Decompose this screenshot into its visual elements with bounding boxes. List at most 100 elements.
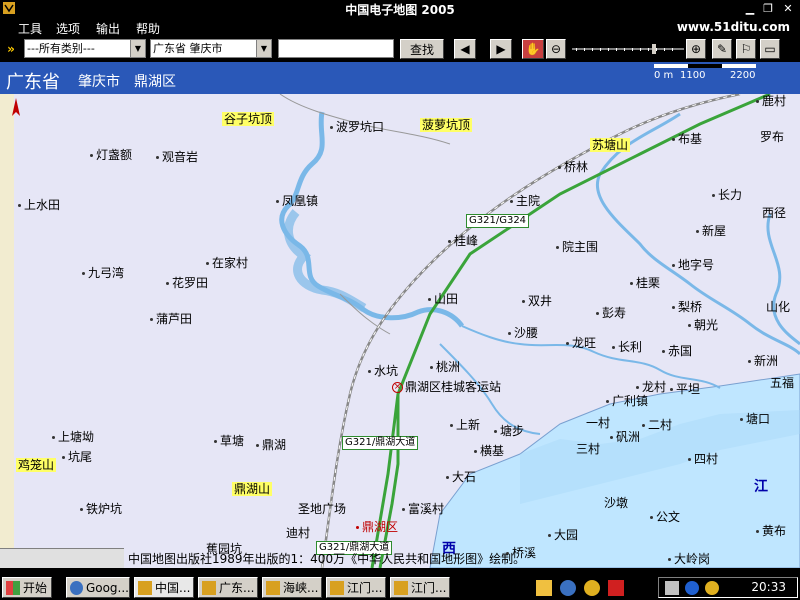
place-label[interactable]: 桃洲 [430, 360, 460, 374]
mountain-label[interactable]: 菠萝坑顶 [420, 118, 473, 132]
place-label[interactable]: 迪村 [286, 526, 310, 540]
place-label[interactable]: 三村 [576, 442, 600, 456]
place-label[interactable]: 沙墩 [604, 496, 628, 510]
menu-export[interactable]: 输出 [96, 20, 120, 37]
place-label[interactable]: 一村 [586, 416, 610, 430]
taskbar-item[interactable]: 广东... [198, 577, 258, 598]
place-label[interactable]: 公文 [650, 510, 680, 524]
place-label[interactable]: 罗布 [760, 130, 784, 144]
place-label[interactable]: 九弓湾 [82, 266, 124, 280]
taskbar-item[interactable]: 江门... [390, 577, 450, 598]
place-label[interactable]: 富溪村 [402, 502, 444, 516]
city-label[interactable]: 肇庆市 [78, 71, 120, 91]
district-marker[interactable]: 鼎湖区 [356, 520, 398, 534]
app-shortcut-icon[interactable] [608, 580, 624, 596]
close-icon[interactable]: ✕ [780, 1, 796, 16]
place-label[interactable]: 彭寿 [596, 306, 626, 320]
place-label[interactable]: 山田 [428, 292, 458, 306]
place-label[interactable]: 塘口 [740, 412, 770, 426]
place-label[interactable]: 塘步 [494, 424, 524, 438]
taskbar-item[interactable]: Goog... [66, 577, 130, 598]
place-label[interactable]: 横基 [474, 444, 504, 458]
place-label[interactable]: 桂峰 [448, 234, 478, 248]
next-icon[interactable]: ▶ [490, 39, 512, 59]
region-select[interactable]: 广东省 肇庆市 ▼ [150, 39, 272, 58]
place-label[interactable]: 地字号 [672, 258, 714, 272]
place-label[interactable]: 平坦 [670, 382, 700, 396]
menu-help[interactable]: 帮助 [136, 20, 160, 37]
taskbar-item-active[interactable]: 中国... [134, 577, 194, 598]
prev-icon[interactable]: ◀ [454, 39, 476, 59]
qq-icon[interactable] [584, 580, 600, 596]
place-label[interactable]: 草塘 [214, 434, 244, 448]
menu-tools[interactable]: 工具 [18, 20, 42, 37]
place-label[interactable]: 双井 [522, 294, 552, 308]
place-label[interactable]: 布基 [672, 132, 702, 146]
place-label[interactable]: 坑尾 [62, 450, 92, 464]
place-label[interactable]: 沙腰 [508, 326, 538, 340]
place-label[interactable]: 上新 [450, 418, 480, 432]
place-label[interactable]: 龙村 [636, 380, 666, 394]
place-label[interactable]: 主院 [510, 194, 540, 208]
place-label[interactable]: 桥林 [558, 160, 588, 174]
mountain-label[interactable]: 谷子坑顶 [222, 112, 275, 126]
zoom-out-icon[interactable]: ⊖ [546, 39, 566, 59]
place-label[interactable]: 铁炉坑 [80, 502, 122, 516]
station-marker[interactable]: × 鼎湖区桂城客运站 [392, 380, 501, 394]
place-label[interactable]: 五福 [770, 376, 794, 390]
place-label[interactable]: 长利 [612, 340, 642, 354]
place-label[interactable]: 梨桥 [672, 300, 702, 314]
place-label[interactable]: 大石 [446, 470, 476, 484]
taskbar-item[interactable]: 江门... [326, 577, 386, 598]
mountain-label[interactable]: 鼎湖山 [232, 482, 273, 496]
taskbar-item[interactable]: 海峡... [262, 577, 322, 598]
place-label[interactable]: 水坑 [368, 364, 398, 378]
place-label[interactable]: 西径 [762, 206, 786, 220]
district-label[interactable]: 鼎湖区 [134, 71, 176, 91]
place-label[interactable]: 龙旺 [566, 336, 596, 350]
minimize-icon[interactable]: ▁ [742, 1, 758, 16]
place-label[interactable]: 观音岩 [156, 150, 198, 164]
pan-hand-icon[interactable]: ✋ [522, 39, 544, 59]
category-select[interactable]: ---所有类别--- ▼ [24, 39, 146, 58]
place-label[interactable]: 上塘坳 [52, 430, 94, 444]
place-label[interactable]: 上水田 [18, 198, 60, 212]
antivirus-icon[interactable] [685, 581, 699, 595]
place-label[interactable]: 在家村 [206, 256, 248, 270]
search-button[interactable]: 查找 [400, 39, 444, 59]
place-label[interactable]: 山化 [766, 300, 790, 314]
place-label[interactable]: 大岭岗 [668, 552, 710, 566]
menu-options[interactable]: 选项 [56, 20, 80, 37]
measure-ruler-icon[interactable]: ✎ [712, 39, 732, 59]
zoom-in-icon[interactable]: ⊕ [686, 39, 706, 59]
place-label[interactable]: 鼎湖 [256, 438, 286, 452]
chevron-down-icon[interactable]: ▼ [256, 40, 271, 57]
place-label[interactable]: 新洲 [748, 354, 778, 368]
site-url[interactable]: www.51ditu.com [677, 20, 790, 34]
map-canvas[interactable]: G321/G324 G321/鼎湖大道 G321/鼎湖大道 谷子坑顶 菠萝坑顶 … [0, 94, 800, 568]
place-label[interactable]: 凤凰镇 [276, 194, 318, 208]
restore-icon[interactable]: ❐ [760, 1, 776, 16]
qq-tray-icon[interactable] [705, 581, 719, 595]
mountain-label[interactable]: 苏塘山 [590, 138, 631, 152]
place-label[interactable]: 院主围 [556, 240, 598, 254]
place-label[interactable]: 灯盏额 [90, 148, 132, 162]
info-icon[interactable]: ⚐ [736, 39, 756, 59]
folder-open-icon[interactable]: ▭ [760, 39, 780, 59]
ie-icon[interactable] [560, 580, 576, 596]
place-label[interactable]: 大园 [548, 528, 578, 542]
mountain-label[interactable]: 鸡笼山 [16, 458, 57, 472]
zoom-slider[interactable] [570, 43, 686, 55]
search-input[interactable] [278, 39, 394, 58]
place-label[interactable]: 朝光 [688, 318, 718, 332]
place-label[interactable]: 新屋 [696, 224, 726, 238]
expand-icon[interactable]: » [2, 39, 20, 59]
chevron-down-icon[interactable]: ▼ [130, 40, 145, 57]
place-label[interactable]: 蒲芦田 [150, 312, 192, 326]
place-label[interactable]: 四村 [688, 452, 718, 466]
place-label[interactable]: 圣地广场 [298, 502, 346, 516]
place-label[interactable]: 花罗田 [166, 276, 208, 290]
quicklaunch-icon[interactable] [536, 580, 552, 596]
place-label[interactable]: 鹿村 [756, 94, 786, 108]
place-label[interactable]: 桂栗 [630, 276, 660, 290]
